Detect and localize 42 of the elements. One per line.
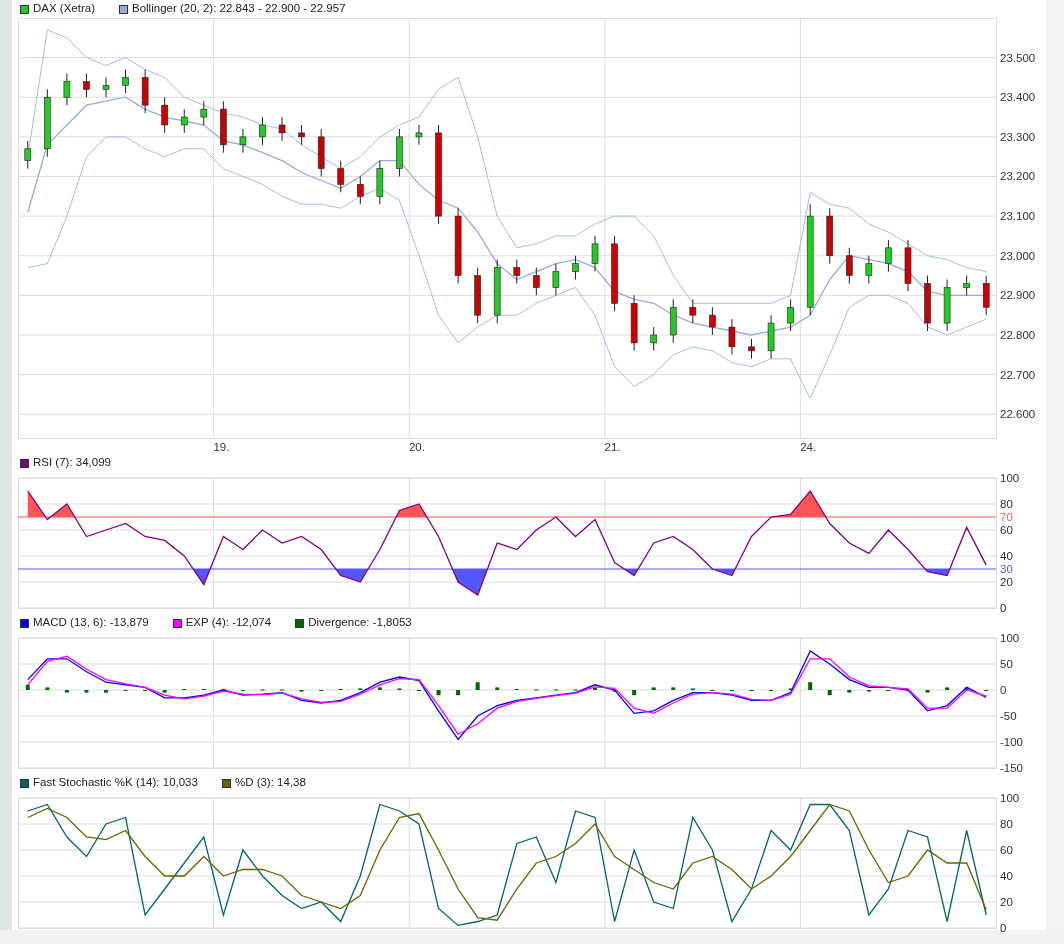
axis-label: 40 bbox=[1000, 550, 1013, 562]
axis-label: 20. bbox=[409, 441, 425, 453]
axis-label: 22.700 bbox=[1000, 368, 1036, 381]
axis-label: 23.500 bbox=[1000, 51, 1036, 64]
axis-label: -100 bbox=[1000, 736, 1024, 748]
axis-label: 70 bbox=[1000, 511, 1013, 523]
axis-label: -150 bbox=[1000, 762, 1024, 774]
axis-label: 0 bbox=[1000, 922, 1007, 934]
legend-label: Bollinger (20, 2): 22.843 - 22.900 - 22.957 bbox=[132, 1, 346, 17]
axis-label: 23.000 bbox=[1000, 249, 1036, 262]
legend-label: MACD (13, 6): -13,879 bbox=[33, 615, 149, 631]
legend-label: Fast Stochastic %K (14): 10,033 bbox=[33, 775, 198, 791]
axis-label: 22.600 bbox=[1000, 408, 1036, 421]
axis-label: 40 bbox=[1000, 870, 1013, 882]
legend-label: RSI (7): 34,099 bbox=[33, 455, 111, 471]
axis-label: 60 bbox=[1000, 524, 1013, 536]
axis-label: 21. bbox=[604, 441, 621, 453]
legend-label: EXP (4): -12,074 bbox=[185, 615, 272, 631]
axis-label: 24. bbox=[800, 441, 817, 453]
legend-label: %D (3): 14,38 bbox=[234, 775, 306, 791]
axis-label: 20 bbox=[1000, 576, 1013, 588]
axis-label: 22.800 bbox=[1000, 329, 1036, 341]
axis-label: 23.200 bbox=[1000, 170, 1036, 183]
legend-label: Divergence: -1,8053 bbox=[308, 615, 412, 631]
axis-label: -50 bbox=[1000, 710, 1017, 722]
legend-label: DAX (Xetra) bbox=[33, 1, 95, 17]
axis-label: 19. bbox=[213, 441, 230, 453]
axis-label: 20 bbox=[1000, 896, 1013, 908]
axis-label: 100 bbox=[1000, 632, 1020, 644]
axis-label: 100 bbox=[1000, 472, 1020, 484]
axis-label: 60 bbox=[1000, 844, 1013, 856]
axis-label: 30 bbox=[1000, 563, 1013, 575]
axis-label: 22.900 bbox=[1000, 289, 1036, 302]
axis-label: 23.400 bbox=[1000, 91, 1036, 104]
axis-label: 23.100 bbox=[1000, 210, 1036, 223]
axis-label: 100 bbox=[1000, 792, 1020, 804]
axis-label: 80 bbox=[1000, 818, 1013, 830]
axis-label: 23.300 bbox=[1000, 130, 1036, 143]
axis-label: 0 bbox=[1000, 602, 1007, 614]
axis-label: 0 bbox=[1000, 684, 1007, 696]
axis-label: 80 bbox=[1000, 498, 1013, 510]
axis-label: 50 bbox=[1000, 658, 1013, 670]
